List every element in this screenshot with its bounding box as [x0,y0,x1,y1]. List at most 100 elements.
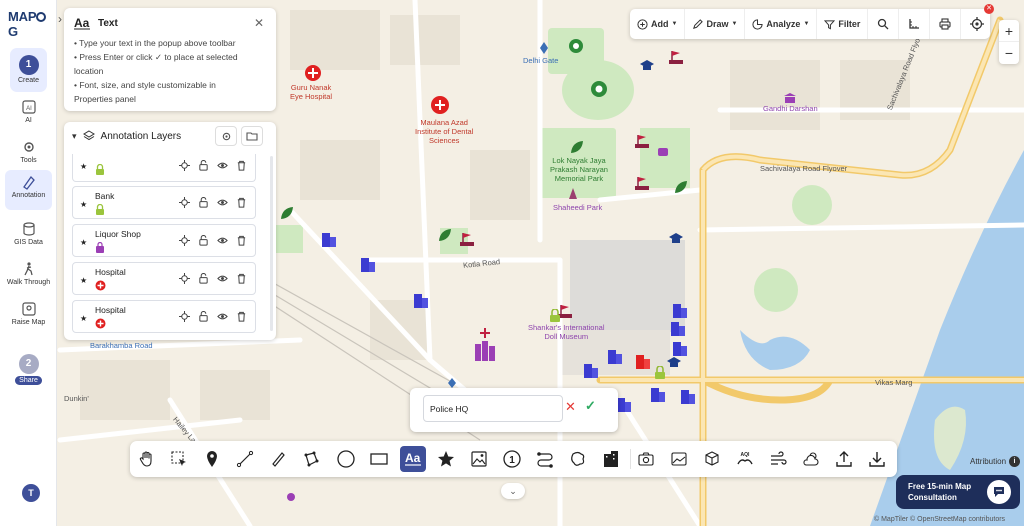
building-marker-icon[interactable] [322,231,336,247]
building-marker-icon[interactable] [671,320,685,336]
star-icon[interactable]: ★ [80,276,87,285]
layer-row[interactable]: ★ Liquor Shop [72,224,256,257]
trash-icon[interactable] [236,197,247,208]
collapse-caret-icon[interactable]: ▾ [72,131,77,142]
building-marker-icon[interactable] [361,256,375,272]
weather-button[interactable] [798,446,824,472]
layer-row[interactable]: ★ Bank [72,186,256,219]
star-icon[interactable]: ★ [80,314,87,323]
info-icon[interactable]: i [1009,456,1021,467]
hospital-marker-icon[interactable] [304,64,322,82]
sidebar-item-gis-data[interactable]: GIS Data [5,217,52,246]
unlock-icon[interactable] [198,234,209,246]
unlock-icon[interactable] [198,272,209,284]
school-icon[interactable] [669,233,683,245]
photo-upload-button[interactable] [666,446,692,472]
avatar[interactable]: T [22,484,40,502]
building-marker-icon[interactable] [608,348,622,364]
locate-icon[interactable] [179,197,190,208]
stadium-icon[interactable] [590,80,608,98]
add-button[interactable]: Add ▼ [630,9,686,39]
school-icon[interactable] [667,357,681,369]
eye-icon[interactable] [217,160,228,171]
step-create[interactable]: 1 Create [10,48,47,92]
bank-lock-icon[interactable] [549,309,561,322]
monument-icon[interactable] [635,134,649,148]
stadium-icon[interactable] [568,38,584,54]
3d-tool-button[interactable] [699,446,725,472]
building-marker-icon[interactable] [651,386,665,402]
screenshot-button[interactable] [633,446,659,472]
zoom-in-button[interactable]: + [999,20,1019,42]
sidebar-item-tools[interactable]: Tools [5,135,52,164]
freehand-tool-button[interactable] [265,446,291,472]
marker-tool-button[interactable] [199,446,225,472]
star-icon[interactable]: ★ [80,200,87,209]
rectangle-tool-button[interactable] [366,446,392,472]
eye-icon[interactable] [217,235,228,246]
pan-tool-button[interactable] [134,446,160,472]
annotation-text-input[interactable] [423,395,563,422]
cancel-icon[interactable]: ✕ [565,399,576,415]
star-icon[interactable]: ★ [80,238,87,247]
close-icon[interactable]: ✕ [984,4,994,14]
unlock-icon[interactable] [198,159,209,171]
trash-icon[interactable] [236,311,247,322]
building-marker-icon[interactable] [681,388,695,404]
sidebar-item-raise-map[interactable]: Raise Map [5,297,52,326]
trash-icon[interactable] [236,160,247,171]
draw-button[interactable]: Draw ▼ [685,9,746,39]
consultation-button[interactable]: Free 15-min Map Consultation [896,475,1020,509]
line-tool-button[interactable] [232,446,258,472]
layer-row[interactable]: ★ Hospital [72,262,256,295]
analyze-button[interactable]: Analyze ▼ [745,9,818,39]
star-icon[interactable]: ★ [80,162,87,171]
layer-settings-button[interactable] [215,126,237,146]
star-tool-button[interactable] [433,446,459,472]
print-button[interactable] [930,9,962,39]
search-button[interactable] [868,9,900,39]
eye-icon[interactable] [217,197,228,208]
trash-icon[interactable] [236,273,247,284]
layers-scrollbar[interactable] [270,156,273,331]
bank-lock-icon[interactable] [654,366,666,379]
sidebar-item-walk-through[interactable]: Walk Through [5,257,52,286]
monument-icon[interactable] [460,232,474,246]
circle-tool-button[interactable] [333,446,359,472]
layer-row[interactable]: ★ Hospital [72,300,256,333]
locate-icon[interactable] [179,235,190,246]
hospital-complex-icon[interactable] [474,340,496,362]
monument-icon[interactable] [669,50,683,64]
chat-icon[interactable] [987,480,1011,504]
polygon-tool-button[interactable] [298,446,324,472]
measure-button[interactable] [899,9,931,39]
select-tool-button[interactable] [166,446,192,472]
step-share[interactable]: 2 Share [10,347,47,391]
trash-icon[interactable] [236,235,247,246]
hospital-marker-icon[interactable] [430,95,450,115]
layer-folder-button[interactable] [241,126,263,146]
building-marker-icon[interactable] [673,340,687,356]
monument-icon[interactable] [635,176,649,190]
download-button[interactable] [864,446,890,472]
confirm-check-icon[interactable]: ✓ [585,398,596,414]
memorial-icon[interactable] [566,186,580,200]
locate-icon[interactable] [179,311,190,322]
building-tool-button[interactable] [598,446,624,472]
building-marker-icon[interactable] [617,396,631,412]
route-tool-button[interactable] [532,446,558,472]
upload-button[interactable] [831,446,857,472]
zoom-out-button[interactable]: − [999,42,1019,64]
building-marker-icon[interactable] [584,362,598,378]
filter-button[interactable]: Filter [817,9,869,39]
number-marker-button[interactable]: 1 [499,446,525,472]
layer-row[interactable]: ★ [72,154,256,182]
school-icon[interactable] [640,60,654,72]
building-marker-icon[interactable] [414,292,428,308]
attribution-toggle[interactable]: Attribution i [970,456,1021,467]
freeform-area-button[interactable] [565,446,591,472]
museum-icon[interactable] [784,93,796,103]
locate-icon[interactable] [179,273,190,284]
close-icon[interactable]: ✕ [254,16,264,30]
wind-button[interactable] [765,446,791,472]
